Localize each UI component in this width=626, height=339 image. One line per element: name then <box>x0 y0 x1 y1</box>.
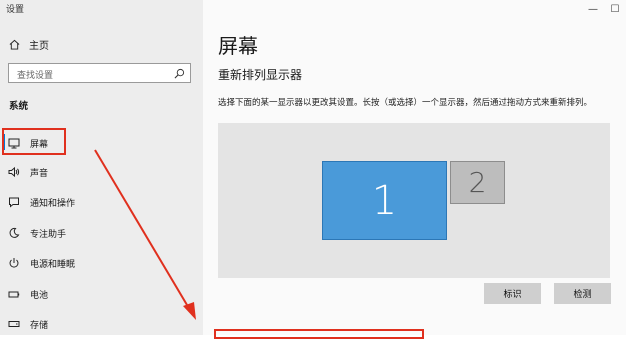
section-subtitle: 重新排列显示器 <box>218 68 303 82</box>
sidebar-item-label: 电源和睡眠 <box>30 260 76 270</box>
sidebar-item-label: 电池 <box>30 291 49 301</box>
sidebar-item-battery[interactable]: 电池 <box>0 283 203 305</box>
battery-icon <box>8 291 20 298</box>
storage-icon <box>8 321 20 327</box>
search-input[interactable]: 查找设置 <box>8 63 191 83</box>
display-2[interactable]: 2 <box>450 161 505 204</box>
sidebar-item-notifications[interactable]: 通知和操作 <box>0 191 203 213</box>
minimize-button[interactable]: — <box>582 0 604 18</box>
home-icon <box>9 39 20 50</box>
moon-icon <box>9 227 20 238</box>
sidebar-item-label: 专注助手 <box>30 230 67 240</box>
home-link[interactable]: 主页 <box>9 36 49 52</box>
window-title: 设置 <box>6 5 25 15</box>
search-icon <box>174 68 185 79</box>
sidebar-item-storage[interactable]: 存储 <box>0 313 203 335</box>
sidebar-item-label: 存储 <box>30 321 49 331</box>
maximize-button[interactable]: ☐ <box>604 0 626 18</box>
sidebar-item-power-sleep[interactable]: 电源和睡眠 <box>0 252 203 274</box>
display-1[interactable]: 1 <box>322 161 447 240</box>
annotation-highlight-display <box>2 128 66 155</box>
speaker-icon <box>8 166 20 178</box>
detect-button[interactable]: 检测 <box>554 283 611 304</box>
search-placeholder: 查找设置 <box>17 71 54 81</box>
section-label: 系统 <box>9 101 29 112</box>
sidebar-item-focus-assist[interactable]: 专注助手 <box>0 222 203 244</box>
annotation-highlight-bottom <box>214 329 424 339</box>
identify-button[interactable]: 标识 <box>484 283 541 304</box>
window-controls: — ☐ <box>582 0 626 18</box>
sidebar-item-label: 声音 <box>30 169 49 179</box>
home-label: 主页 <box>29 40 49 52</box>
arrange-description: 选择下面的某一显示器以更改其设置。长按（或选择）一个显示器，然后通过拖动方式来重… <box>218 98 593 108</box>
sidebar-item-sound[interactable]: 声音 <box>0 161 203 183</box>
page-title: 屏幕 <box>218 34 258 58</box>
notification-icon <box>9 197 19 208</box>
sidebar-item-label: 通知和操作 <box>30 199 76 209</box>
power-icon <box>9 258 19 268</box>
sidebar: 设置 主页 查找设置 系统 屏幕 声音 通知和操作 专注助手 电源和睡眠 电池 … <box>0 0 203 335</box>
